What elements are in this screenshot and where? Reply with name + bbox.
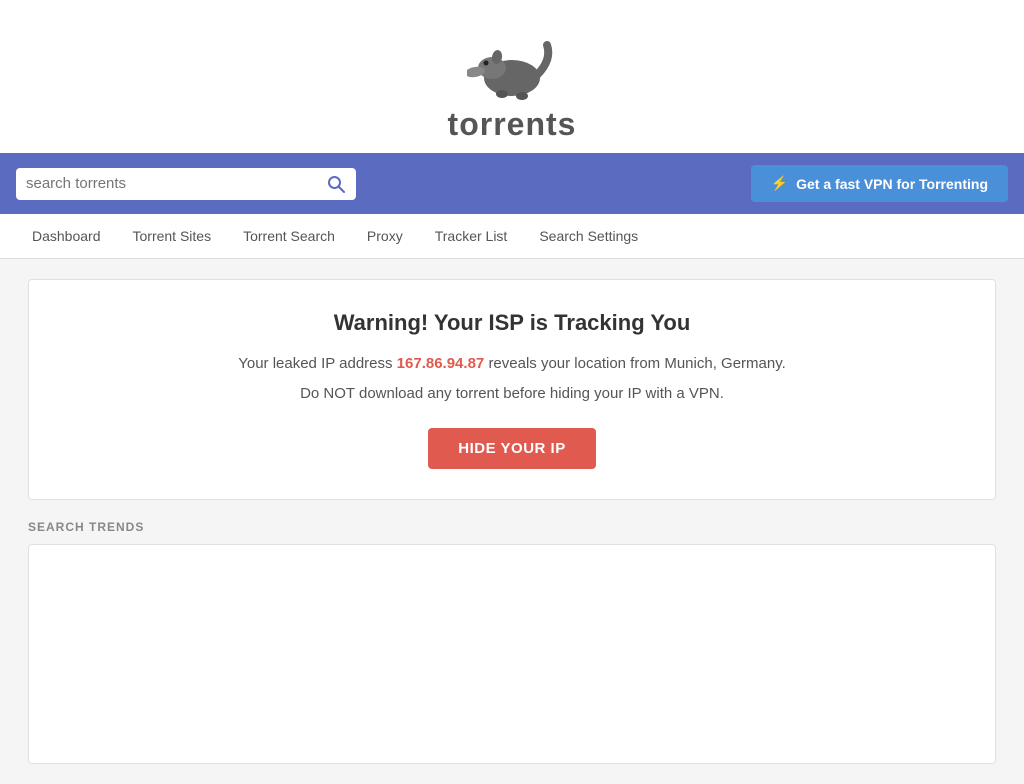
- nav-bar: Dashboard Torrent Sites Torrent Search P…: [0, 214, 1024, 259]
- nav-item-torrent-search[interactable]: Torrent Search: [227, 214, 351, 258]
- search-icon: [326, 174, 346, 194]
- search-button[interactable]: [326, 174, 346, 194]
- warning-box: Warning! Your ISP is Tracking You Your l…: [28, 279, 996, 500]
- hide-ip-button[interactable]: HIDE YOUR IP: [428, 428, 595, 469]
- search-trends-section: SEARCH TRENDS: [28, 520, 996, 764]
- logo-text: torrents: [448, 106, 577, 143]
- nav-item-tracker-list[interactable]: Tracker List: [419, 214, 524, 258]
- vpn-button-label: Get a fast VPN for Torrenting: [796, 176, 988, 192]
- search-input[interactable]: [26, 175, 326, 192]
- search-input-wrapper: [16, 168, 356, 200]
- ip-address: 167.86.94.87: [397, 355, 485, 372]
- search-bar-area: ⚡ Get a fast VPN for Torrenting: [0, 153, 1024, 214]
- nav-item-proxy[interactable]: Proxy: [351, 214, 419, 258]
- main-content: Warning! Your ISP is Tracking You Your l…: [12, 279, 1012, 764]
- logo-container: torrents: [448, 20, 577, 143]
- search-trends-label: SEARCH TRENDS: [28, 520, 996, 534]
- nav-item-dashboard[interactable]: Dashboard: [16, 214, 117, 258]
- warning-line1: Your leaked IP address 167.86.94.87 reve…: [49, 352, 975, 376]
- search-trends-box: [28, 544, 996, 764]
- warning-line1-prefix: Your leaked IP address: [238, 355, 392, 372]
- warning-title: Warning! Your ISP is Tracking You: [49, 310, 975, 336]
- nav-item-search-settings[interactable]: Search Settings: [523, 214, 654, 258]
- nav-item-torrent-sites[interactable]: Torrent Sites: [117, 214, 228, 258]
- header: torrents: [0, 0, 1024, 153]
- vpn-button-icon: ⚡: [771, 175, 788, 192]
- logo-image: [467, 20, 557, 110]
- vpn-button[interactable]: ⚡ Get a fast VPN for Torrenting: [751, 165, 1008, 202]
- warning-line1-suffix: reveals your location from Munich, Germa…: [488, 355, 785, 372]
- warning-line2: Do NOT download any torrent before hidin…: [49, 382, 975, 406]
